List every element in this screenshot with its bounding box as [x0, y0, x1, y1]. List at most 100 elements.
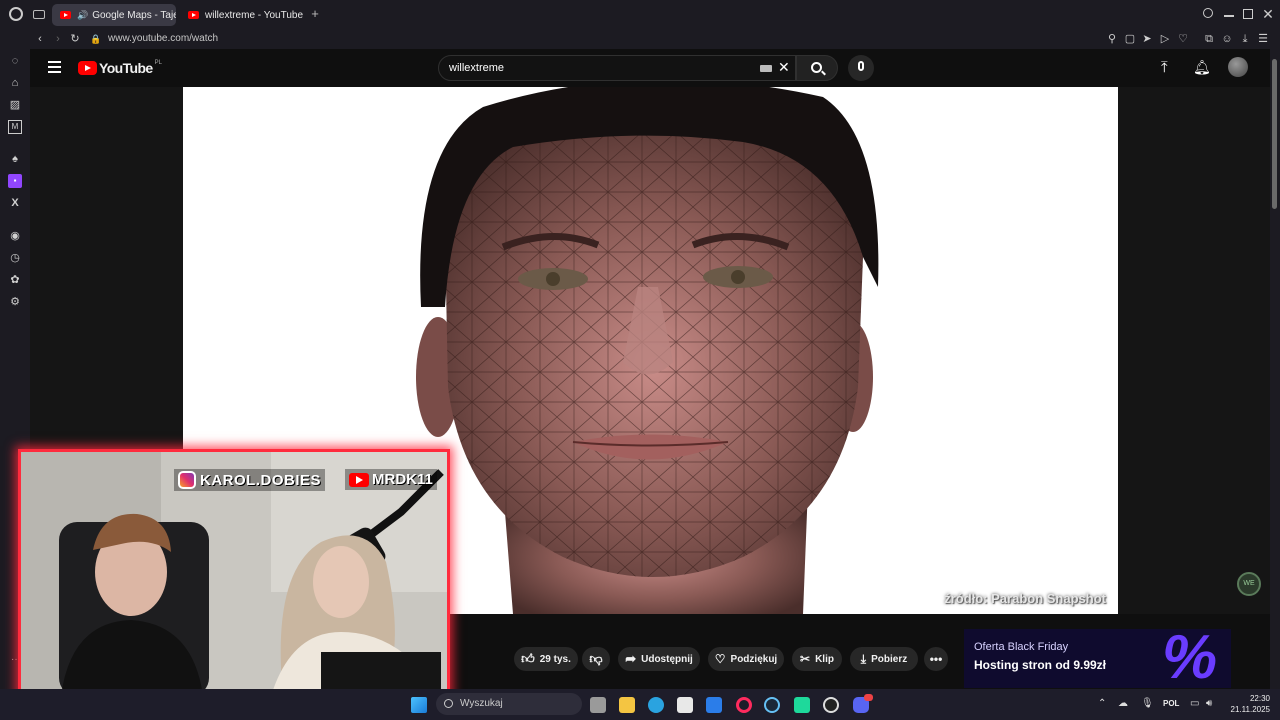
restore-button[interactable] — [1243, 9, 1253, 19]
twitch-icon[interactable]: ▪ — [8, 174, 22, 188]
edge-icon[interactable] — [648, 697, 664, 713]
more-actions-button[interactable]: ••• — [924, 647, 948, 671]
keyboard-icon[interactable] — [760, 65, 772, 72]
clear-search-icon[interactable]: ✕ — [778, 59, 790, 76]
forward-icon[interactable]: › — [51, 29, 65, 49]
microphone-icon — [858, 61, 864, 71]
youtube-play-logo-icon — [78, 61, 97, 75]
x-icon[interactable]: X — [8, 196, 22, 210]
easy-setup-icon[interactable]: ☰ — [1256, 29, 1270, 49]
clip-button[interactable]: ✂ Klip — [792, 647, 842, 671]
download-icon[interactable]: ⤓ — [1238, 29, 1252, 49]
more-horizontal-icon: ••• — [929, 652, 943, 666]
windows-taskbar — [0, 689, 1280, 720]
extensions-icon[interactable]: ⧉ — [1202, 29, 1216, 49]
dislike-button[interactable]: 👎︎ — [582, 647, 610, 671]
minimize-button[interactable] — [1224, 15, 1234, 17]
like-button[interactable]: 👍︎ 29 tys. — [514, 647, 578, 671]
back-icon[interactable]: ‹ — [33, 29, 47, 49]
thanks-icon: ♡ — [714, 652, 726, 666]
youtube-wordmark: YouTube — [99, 60, 153, 76]
search-input[interactable]: willextreme — [438, 55, 796, 81]
messenger-icon[interactable]: M — [8, 120, 22, 134]
tab-manager-icon[interactable] — [33, 10, 45, 19]
cloud-icon[interactable]: ☁ — [1118, 698, 1128, 709]
share-label: Udostępnij — [641, 653, 693, 665]
hamburger-menu-icon[interactable] — [48, 61, 61, 73]
extensions-sidebar-icon[interactable]: ✿ — [8, 273, 22, 287]
settings-gear-icon[interactable]: ⚙ — [8, 295, 22, 309]
obs-icon[interactable] — [823, 697, 839, 713]
tab-search-icon[interactable] — [1203, 8, 1213, 18]
wallet-icon[interactable]: ▨ — [8, 98, 22, 112]
speaker-icon: 🔊 — [77, 9, 89, 20]
send-icon[interactable]: ➤ — [1140, 29, 1154, 49]
share-button[interactable]: ➦ Udostępnij — [618, 647, 700, 671]
notifications-bell-icon[interactable]: 🔔︎ — [1193, 59, 1211, 76]
ad-subtitle: Hosting stron od 9.99zł — [974, 658, 1107, 672]
browser-tab-bar: 🔊 Google Maps - Tajem willextreme - YouT… — [0, 0, 1280, 29]
file-explorer-icon[interactable] — [619, 697, 635, 713]
region-code: PL — [154, 60, 162, 66]
download-arrow-icon: ⤓ — [860, 651, 867, 666]
percent-icon: % — [1162, 629, 1218, 688]
tab-title: willextreme - YouTube — [205, 9, 304, 21]
channel-watermark-icon[interactable]: WE — [1237, 572, 1261, 596]
thanks-button[interactable]: ♡ Podziękuj — [708, 647, 784, 671]
opera-gx-icon[interactable] — [736, 697, 752, 713]
scrollbar-thumb[interactable] — [1272, 59, 1277, 209]
pin-icon[interactable]: ⚲ — [1105, 29, 1119, 49]
download-label: Pobierz — [871, 653, 908, 665]
task-view-icon[interactable] — [590, 697, 606, 713]
heart-icon[interactable]: ♡ — [1176, 29, 1190, 49]
mail-icon[interactable] — [706, 697, 722, 713]
steam-icon[interactable] — [764, 697, 780, 713]
download-button[interactable]: ⤓ Pobierz — [850, 647, 918, 671]
player-icon[interactable]: ◉ — [8, 229, 22, 243]
store-icon[interactable] — [677, 697, 693, 713]
tab-google-maps[interactable]: 🔊 Google Maps - Tajem — [52, 4, 176, 26]
youtube-header: YouTube PL willextreme ✕ ⤒ 🔔︎ — [30, 49, 1270, 87]
page-scrollbar[interactable] — [1270, 49, 1280, 689]
app-green-icon[interactable] — [794, 697, 810, 713]
profile-icon[interactable]: ☺ — [1220, 29, 1234, 49]
taskbar-search-placeholder: Wyszukaj — [460, 698, 503, 709]
create-upload-icon[interactable]: ⤒ — [1161, 59, 1168, 76]
language-indicator[interactable]: POL — [1163, 699, 1179, 708]
clock-date[interactable]: 21.11.2025 — [1226, 705, 1270, 714]
tidal-icon[interactable]: ♠ — [8, 152, 22, 166]
network-icon[interactable]: ▭ — [1190, 698, 1199, 709]
snapshot-icon[interactable]: ▢ — [1123, 29, 1137, 49]
clip-label: Klip — [815, 653, 834, 665]
taskbar-search[interactable]: Wyszukaj — [436, 693, 582, 715]
tray-mic-icon[interactable]: 🎙︎ — [1141, 698, 1154, 709]
tab-youtube[interactable]: willextreme - YouTube — [180, 4, 305, 26]
ad-title: Oferta Black Friday — [974, 641, 1069, 653]
new-tab-button[interactable]: + — [309, 7, 321, 20]
history-icon[interactable]: ◷ — [8, 251, 22, 265]
youtube-favicon-icon — [60, 11, 71, 19]
volume-icon[interactable]: 🔊︎ — [1206, 698, 1212, 709]
workspaces-icon[interactable]: ⌂ — [8, 76, 22, 90]
tab-title: Google Maps - Tajem — [92, 9, 176, 21]
close-window-button[interactable]: ✕ — [1262, 5, 1274, 23]
voice-search-button[interactable] — [848, 55, 874, 81]
aria-icon[interactable]: ◌ — [8, 54, 22, 68]
ad-banner[interactable]: Oferta Black Friday Hosting stron od 9.9… — [964, 629, 1231, 688]
tray-chevron-up-icon[interactable]: ⌃ — [1098, 698, 1106, 709]
start-button[interactable] — [411, 697, 427, 713]
clock-time[interactable]: 22:30 — [1246, 694, 1270, 703]
taskbar-search-icon — [444, 699, 453, 708]
search-button[interactable] — [796, 55, 838, 81]
thumbs-up-icon: 👍︎ — [521, 651, 535, 666]
thumbs-down-icon: 👎︎ — [589, 651, 603, 666]
reload-icon[interactable]: ↻ — [68, 29, 82, 49]
url-field[interactable]: www.youtube.com/watch — [108, 29, 218, 49]
youtube-logo[interactable]: YouTube PL — [78, 60, 162, 76]
share-icon: ➦ — [625, 651, 637, 666]
play-icon[interactable]: ▷ — [1158, 29, 1172, 49]
opera-menu-icon[interactable] — [9, 7, 23, 21]
instagram-handle: KAROL.DOBIES — [174, 469, 326, 491]
source-credit: źródło: Parabon Snapshot — [944, 591, 1106, 606]
avatar[interactable] — [1228, 57, 1248, 77]
